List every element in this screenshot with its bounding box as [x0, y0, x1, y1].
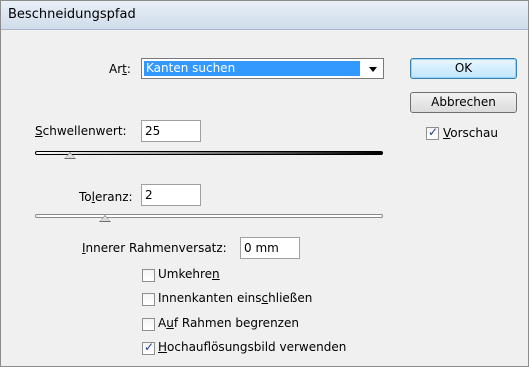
- umkehren-checkbox[interactable]: [142, 269, 155, 282]
- toleranz-label: Toleranz:: [79, 190, 133, 204]
- schwellenwert-label: Schwellenwert:: [35, 124, 127, 138]
- rahmen-begrenzen-checkbox[interactable]: [142, 318, 155, 331]
- chevron-down-icon: [369, 67, 377, 72]
- ok-button[interactable]: OK: [410, 58, 517, 79]
- rahmen-begrenzen-label: Auf Rahmen begrenzen: [158, 316, 299, 330]
- cancel-button[interactable]: Abbrechen: [410, 92, 517, 113]
- art-label: Art:: [109, 62, 131, 76]
- schwellenwert-input[interactable]: 25: [141, 120, 201, 142]
- innenkanten-checkbox[interactable]: [142, 293, 155, 306]
- title-bar[interactable]: Beschneidungspfad: [1, 1, 528, 30]
- toleranz-slider-track[interactable]: [35, 214, 383, 218]
- schwellenwert-slider-track[interactable]: [35, 151, 383, 155]
- rahmenversatz-label: Innerer Rahmenversatz:: [82, 241, 227, 255]
- toleranz-input[interactable]: 2: [141, 184, 201, 206]
- art-dropdown[interactable]: Kanten suchen: [141, 58, 384, 79]
- vorschau-checkbox[interactable]: ✓: [426, 125, 439, 140]
- hochaufloesung-label: Hochauflösungsbild verwenden: [158, 340, 347, 354]
- window-title: Beschneidungspfad: [8, 7, 136, 22]
- checkmark-icon: ✓: [144, 340, 155, 354]
- art-dropdown-value: Kanten suchen: [144, 61, 360, 76]
- vorschau-label: Vorschau: [443, 126, 498, 140]
- rahmenversatz-input[interactable]: 0 mm: [240, 237, 300, 259]
- toleranz-slider-thumb[interactable]: [98, 215, 111, 222]
- hochaufloesung-checkbox[interactable]: ✓: [142, 340, 155, 355]
- umkehren-label: Umkehren: [158, 267, 220, 281]
- checkmark-icon: ✓: [428, 125, 439, 139]
- schwellenwert-slider-thumb[interactable]: [63, 152, 76, 159]
- innenkanten-label: Innenkanten einschließen: [158, 291, 313, 305]
- dialog-window: Beschneidungspfad Art: Kanten suchen OK …: [0, 0, 529, 367]
